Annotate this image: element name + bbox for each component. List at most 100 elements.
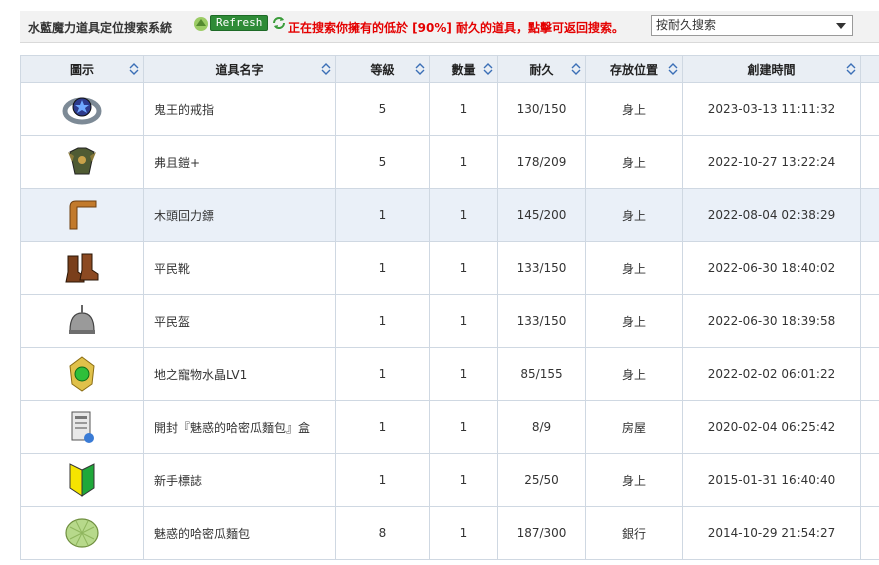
toolbar: 水藍魔力道具定位搜索系統 Refresh 正在搜索你擁有的低於 [90%] 耐久… [20,11,879,43]
item-level: 5 [335,82,430,136]
item-level: 5 [335,135,430,189]
item-location: 身上 [585,188,683,242]
melon-bread-icon [65,518,99,548]
logo-icon [194,17,208,31]
item-durability: 133/150 [497,241,586,295]
column-header-location[interactable]: 存放位置 [585,55,683,83]
item-durability: 145/200 [497,188,586,242]
item-created-time: 2022-02-02 06:01:22 [682,347,861,401]
table-row[interactable]: 弗且鎧+ 5 1 178/209 身上 2022-10-27 13:22:24 [20,135,879,189]
item-location: 銀行 [585,506,683,560]
item-icon-cell [20,135,144,189]
sort-icon[interactable] [483,63,493,75]
sort-icon[interactable] [668,63,678,75]
table-row[interactable]: 魅惑的哈密瓜麵包 8 1 187/300 銀行 2014-10-29 21:54… [20,506,879,560]
item-level: 1 [335,453,430,507]
item-quantity: 1 [429,347,498,401]
item-created-time: 2022-10-27 13:22:24 [682,135,861,189]
search-notice-link[interactable]: 正在搜索你擁有的低於 [90%] 耐久的道具，點擊可返回搜索。 [288,19,624,36]
sort-icon[interactable] [571,63,581,75]
column-header-level[interactable]: 等級 [335,55,430,83]
item-name: 平民靴 [143,241,336,295]
row-extra-cell [860,82,879,136]
item-name: 弗且鎧+ [143,135,336,189]
row-extra-cell [860,347,879,401]
table-row[interactable]: 開封『魅惑的哈密瓜麵包』盒 1 1 8/9 房屋 2020-02-04 06:2… [20,400,879,454]
refresh-button[interactable]: Refresh [210,15,269,31]
row-extra-cell [860,400,879,454]
item-icon-cell [20,82,144,136]
item-name: 平民盔 [143,294,336,348]
table-row[interactable]: 木頭回力鏢 1 1 145/200 身上 2022-08-04 02:38:29 [20,188,879,242]
chevron-down-icon [836,23,846,29]
item-quantity: 1 [429,135,498,189]
column-header-icon[interactable]: 圖示 [20,55,144,83]
item-durability: 178/209 [497,135,586,189]
sort-icon[interactable] [415,63,425,75]
item-durability: 133/150 [497,294,586,348]
item-name: 開封『魅惑的哈密瓜麵包』盒 [143,400,336,454]
item-icon-cell [20,506,144,560]
table-row[interactable]: 平民盔 1 1 133/150 身上 2022-06-30 18:39:58 [20,294,879,348]
row-extra-cell [860,506,879,560]
search-mode-value: 按耐久搜索 [656,18,717,32]
item-created-time: 2020-02-04 06:25:42 [682,400,861,454]
column-header-durability[interactable]: 耐久 [497,55,586,83]
item-created-time: 2015-01-31 16:40:40 [682,453,861,507]
table-row[interactable]: 鬼王的戒指 5 1 130/150 身上 2023-03-13 11:11:32 [20,82,879,136]
crystal-icon [69,356,95,392]
item-level: 8 [335,506,430,560]
column-header-created[interactable]: 創建時間 [682,55,861,83]
column-header-extra [860,55,879,83]
item-created-time: 2014-10-29 21:54:27 [682,506,861,560]
sort-icon[interactable] [846,63,856,75]
item-durability: 187/300 [497,506,586,560]
item-name: 新手標誌 [143,453,336,507]
refresh-icon[interactable] [271,15,287,31]
beginner-mark-icon [69,463,95,497]
item-icon-cell [20,188,144,242]
item-created-time: 2022-06-30 18:39:58 [682,294,861,348]
items-table: 圖示 道具名字 等級 數量 耐久 存放位置 創建時間 鬼王的戒指 5 1 130… [20,55,879,560]
item-name: 鬼王的戒指 [143,82,336,136]
item-level: 1 [335,400,430,454]
item-quantity: 1 [429,400,498,454]
item-name: 地之寵物水晶LV1 [143,347,336,401]
search-mode-select[interactable]: 按耐久搜索 [651,15,853,36]
table-header: 圖示 道具名字 等級 數量 耐久 存放位置 創建時間 [20,55,879,83]
item-name: 木頭回力鏢 [143,188,336,242]
row-extra-cell [860,188,879,242]
table-row[interactable]: 平民靴 1 1 133/150 身上 2022-06-30 18:40:02 [20,241,879,295]
item-level: 1 [335,188,430,242]
page-title: 水藍魔力道具定位搜索系統 [28,21,173,35]
sort-icon[interactable] [129,63,139,75]
armor-icon [68,147,96,175]
item-level: 1 [335,347,430,401]
item-quantity: 1 [429,241,498,295]
table-row[interactable]: 地之寵物水晶LV1 1 1 85/155 身上 2022-02-02 06:01… [20,347,879,401]
item-icon-cell [20,347,144,401]
item-quantity: 1 [429,506,498,560]
ring-icon [62,97,102,125]
sort-icon[interactable] [321,63,331,75]
boots-icon [65,253,99,283]
item-durability: 85/155 [497,347,586,401]
column-header-name[interactable]: 道具名字 [143,55,336,83]
row-extra-cell [860,294,879,348]
item-location: 身上 [585,294,683,348]
table-row[interactable]: 新手標誌 1 1 25/50 身上 2015-01-31 16:40:40 [20,453,879,507]
item-name: 魅惑的哈密瓜麵包 [143,506,336,560]
column-header-quantity[interactable]: 數量 [429,55,498,83]
item-location: 身上 [585,135,683,189]
item-quantity: 1 [429,294,498,348]
item-created-time: 2022-06-30 18:40:02 [682,241,861,295]
row-extra-cell [860,453,879,507]
item-icon-cell [20,294,144,348]
item-created-time: 2022-08-04 02:38:29 [682,188,861,242]
item-quantity: 1 [429,82,498,136]
item-location: 房屋 [585,400,683,454]
item-level: 1 [335,294,430,348]
item-icon-cell [20,400,144,454]
item-durability: 25/50 [497,453,586,507]
item-quantity: 1 [429,453,498,507]
